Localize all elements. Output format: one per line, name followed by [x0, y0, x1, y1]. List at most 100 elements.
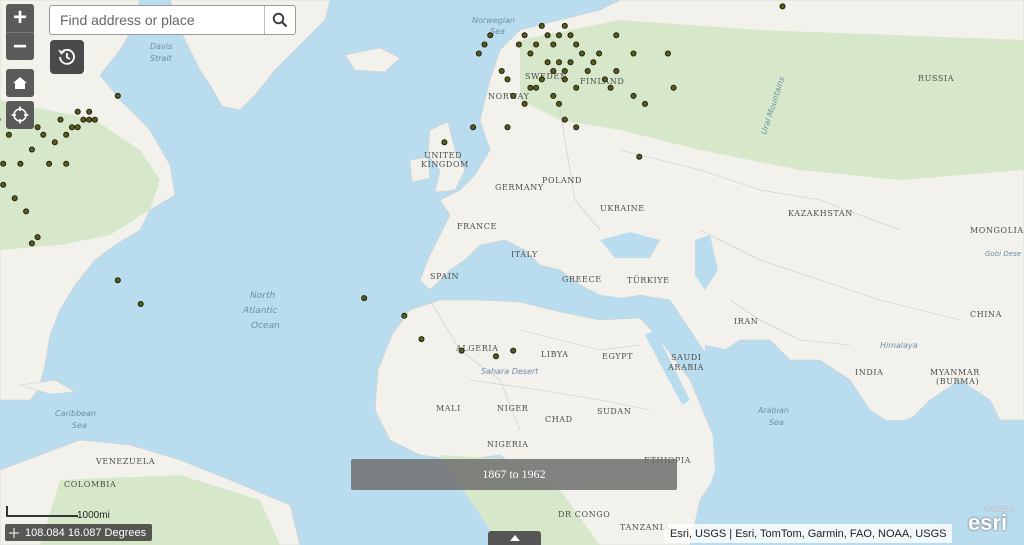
data-point[interactable] — [86, 116, 93, 123]
data-point[interactable] — [51, 139, 58, 146]
svg-text:MONGOLIA: MONGOLIA — [970, 226, 1024, 235]
data-point[interactable] — [567, 32, 574, 39]
data-point[interactable] — [28, 146, 35, 153]
data-point[interactable] — [46, 160, 53, 167]
time-slider-label[interactable]: 1867 to 1962 — [351, 459, 677, 490]
data-point[interactable] — [0, 160, 7, 167]
data-point[interactable] — [86, 108, 93, 115]
data-point[interactable] — [17, 160, 24, 167]
data-point[interactable] — [538, 76, 545, 83]
data-point[interactable] — [487, 32, 494, 39]
data-point[interactable] — [481, 41, 488, 48]
data-point[interactable] — [57, 116, 64, 123]
coordinate-readout[interactable]: 108.084 16.087 Degrees — [5, 524, 153, 541]
data-point[interactable] — [630, 50, 637, 57]
data-point[interactable] — [590, 59, 597, 66]
data-point[interactable] — [573, 124, 580, 131]
data-point[interactable] — [567, 59, 574, 66]
data-point[interactable] — [40, 131, 47, 138]
data-point[interactable] — [63, 131, 70, 138]
data-point[interactable] — [544, 32, 551, 39]
data-point[interactable] — [114, 277, 121, 284]
data-point[interactable] — [498, 68, 505, 75]
data-point[interactable] — [515, 41, 522, 48]
data-point[interactable] — [636, 153, 643, 160]
data-point[interactable] — [527, 50, 534, 57]
data-point[interactable] — [642, 100, 649, 107]
data-point[interactable] — [533, 41, 540, 48]
data-point[interactable] — [561, 76, 568, 83]
data-point[interactable] — [601, 76, 608, 83]
data-point[interactable] — [533, 84, 540, 91]
data-point[interactable] — [556, 32, 563, 39]
data-point[interactable] — [23, 208, 30, 215]
data-point[interactable] — [475, 50, 482, 57]
zoom-out-button[interactable]: − — [6, 32, 34, 60]
data-point[interactable] — [401, 312, 408, 319]
data-point[interactable] — [74, 108, 81, 115]
svg-text:ARABIA: ARABIA — [667, 363, 704, 372]
data-point[interactable] — [492, 353, 499, 360]
data-point[interactable] — [28, 240, 35, 247]
data-point[interactable] — [504, 76, 511, 83]
data-point[interactable] — [510, 92, 517, 99]
data-point[interactable] — [630, 92, 637, 99]
zoom-in-button[interactable]: + — [6, 4, 34, 32]
data-point[interactable] — [550, 92, 557, 99]
data-point[interactable] — [74, 124, 81, 131]
data-point[interactable] — [34, 234, 41, 241]
svg-text:CHINA: CHINA — [970, 310, 1002, 319]
data-point[interactable] — [11, 195, 18, 202]
bottom-drawer-toggle[interactable] — [488, 531, 541, 545]
data-point[interactable] — [80, 116, 87, 123]
data-point[interactable] — [137, 300, 144, 307]
data-point[interactable] — [561, 68, 568, 75]
data-point[interactable] — [34, 124, 41, 131]
data-point[interactable] — [521, 100, 528, 107]
data-point[interactable] — [458, 347, 465, 354]
data-point[interactable] — [361, 295, 368, 302]
data-point[interactable] — [69, 124, 76, 131]
data-point[interactable] — [470, 124, 477, 131]
data-point[interactable] — [556, 59, 563, 66]
esri-logo[interactable]: esri — [968, 510, 1007, 536]
data-point[interactable] — [670, 84, 677, 91]
history-button[interactable] — [50, 40, 84, 74]
svg-text:SAUDI: SAUDI — [671, 353, 702, 362]
data-point[interactable] — [573, 41, 580, 48]
data-point[interactable] — [550, 41, 557, 48]
data-point[interactable] — [596, 50, 603, 57]
data-point[interactable] — [5, 131, 12, 138]
search-input[interactable] — [50, 6, 264, 34]
map-attribution[interactable]: Esri, USGS | Esri, TomTom, Garmin, FAO, … — [664, 524, 953, 543]
data-point[interactable] — [521, 32, 528, 39]
data-point[interactable] — [418, 336, 425, 343]
data-point[interactable] — [538, 22, 545, 29]
data-point[interactable] — [510, 347, 517, 354]
data-point[interactable] — [527, 84, 534, 91]
data-point[interactable] — [441, 139, 448, 146]
data-point[interactable] — [556, 100, 563, 107]
data-point[interactable] — [561, 116, 568, 123]
data-point[interactable] — [0, 181, 7, 188]
svg-text:LIBYA: LIBYA — [541, 350, 569, 359]
locate-button[interactable] — [6, 101, 34, 129]
data-point[interactable] — [613, 32, 620, 39]
data-point[interactable] — [114, 92, 121, 99]
data-point[interactable] — [573, 84, 580, 91]
data-point[interactable] — [561, 22, 568, 29]
data-point[interactable] — [613, 68, 620, 75]
data-point[interactable] — [607, 84, 614, 91]
data-point[interactable] — [550, 68, 557, 75]
data-point[interactable] — [779, 3, 786, 10]
data-point[interactable] — [504, 124, 511, 131]
data-point[interactable] — [63, 160, 70, 167]
svg-text:SPAIN: SPAIN — [430, 272, 459, 281]
data-point[interactable] — [664, 50, 671, 57]
search-button[interactable] — [264, 6, 295, 34]
data-point[interactable] — [579, 50, 586, 57]
home-button[interactable] — [6, 69, 34, 97]
data-point[interactable] — [544, 59, 551, 66]
data-point[interactable] — [91, 116, 98, 123]
data-point[interactable] — [584, 68, 591, 75]
